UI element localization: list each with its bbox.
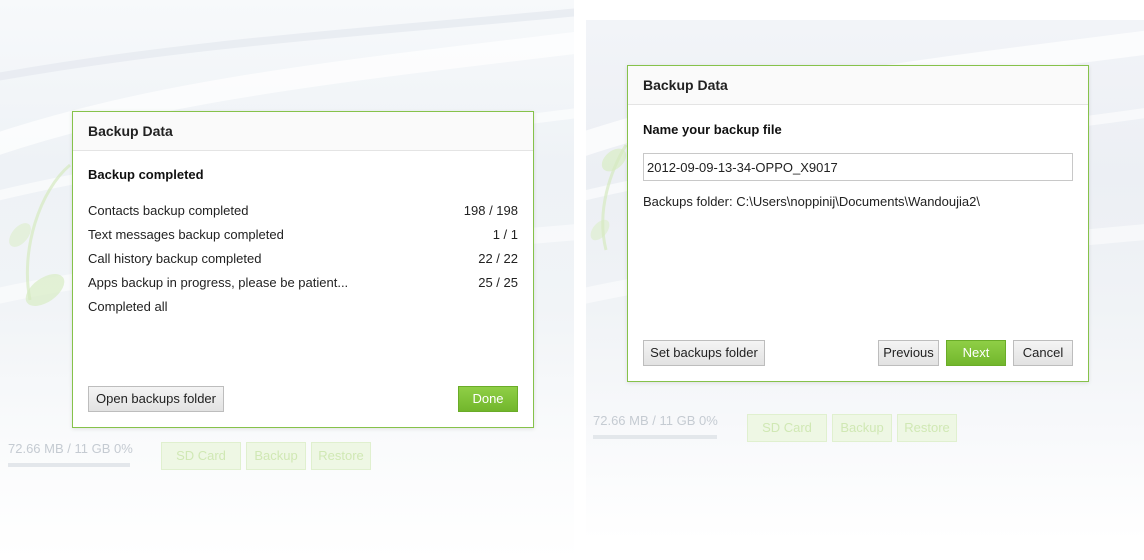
backup-item-label: Text messages backup completed xyxy=(88,227,284,242)
dialog-title: Backup Data xyxy=(628,66,1088,105)
open-backups-folder-button[interactable]: Open backups folder xyxy=(88,386,224,412)
previous-button[interactable]: Previous xyxy=(878,340,939,366)
tab-backup[interactable]: Backup xyxy=(832,414,892,442)
backup-item-row: Completed all xyxy=(88,299,518,319)
storage-status-text: 72.66 MB / 11 GB 0% xyxy=(593,413,718,428)
next-button[interactable]: Next xyxy=(946,340,1006,366)
backup-item-count: 25 / 25 xyxy=(478,275,518,290)
backup-filename-input[interactable] xyxy=(643,153,1073,181)
tab-restore[interactable]: Restore xyxy=(311,442,371,470)
backup-item-label: Apps backup in progress, please be patie… xyxy=(88,275,349,290)
backup-name-heading: Name your backup file xyxy=(643,122,782,137)
storage-progress-bar xyxy=(8,463,130,467)
backups-folder-path: Backups folder: C:\Users\noppinij\Docume… xyxy=(643,194,980,209)
done-button[interactable]: Done xyxy=(458,386,518,412)
tab-backup[interactable]: Backup xyxy=(246,442,306,470)
set-backups-folder-button[interactable]: Set backups folder xyxy=(643,340,765,366)
backup-item-row: Text messages backup completed 1 / 1 xyxy=(88,227,518,247)
right-backup-window: 72.66 MB / 11 GB 0% SD Card Backup Resto… xyxy=(586,20,1144,540)
backup-item-count: 22 / 22 xyxy=(478,251,518,266)
backup-item-label: Call history backup completed xyxy=(88,251,262,266)
name-backup-dialog: Backup Data Name your backup file Backup… xyxy=(627,65,1089,382)
backup-item-row: Call history backup completed 22 / 22 xyxy=(88,251,518,271)
tab-restore[interactable]: Restore xyxy=(897,414,957,442)
backup-item-count: 1 / 1 xyxy=(492,227,518,242)
backup-status-heading: Backup completed xyxy=(88,167,204,182)
backup-item-label: Contacts backup completed xyxy=(88,203,249,218)
backup-item-label: Completed all xyxy=(88,299,168,314)
backup-item-row: Contacts backup completed 198 / 198 xyxy=(88,203,518,223)
left-backup-window: 72.66 MB / 11 GB 0% SD Card Backup Resto… xyxy=(0,0,574,560)
storage-status-text: 72.66 MB / 11 GB 0% xyxy=(8,441,133,456)
backup-item-count: 198 / 198 xyxy=(463,203,518,218)
storage-progress-bar xyxy=(593,435,717,439)
cancel-button[interactable]: Cancel xyxy=(1013,340,1073,366)
backup-completed-dialog: Backup Data Backup completed Contacts ba… xyxy=(72,111,534,428)
dialog-title: Backup Data xyxy=(73,112,533,151)
backup-item-row: Apps backup in progress, please be patie… xyxy=(88,275,518,295)
tab-sd-card[interactable]: SD Card xyxy=(747,414,827,442)
tab-sd-card[interactable]: SD Card xyxy=(161,442,241,470)
